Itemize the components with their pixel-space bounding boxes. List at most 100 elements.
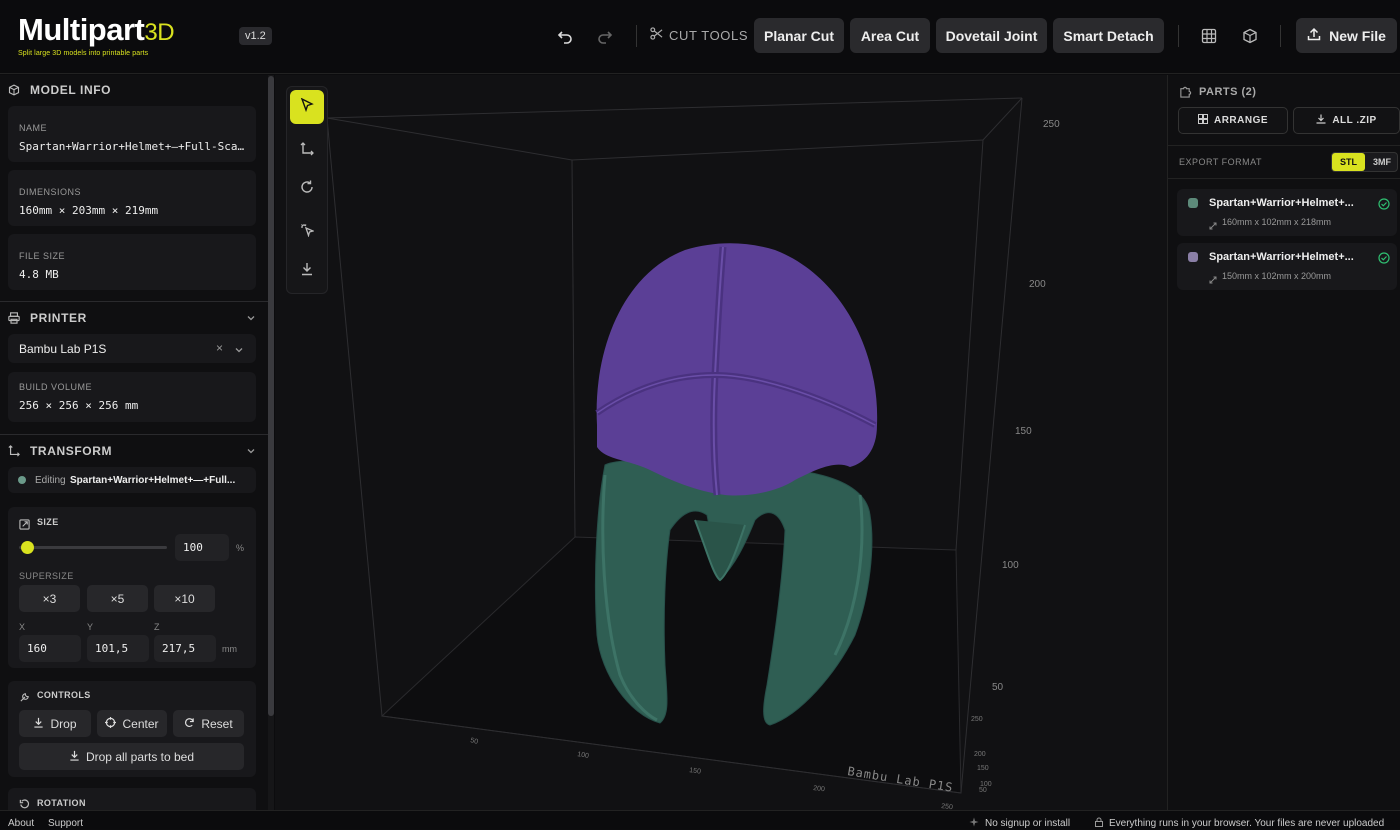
x-dimension-input[interactable]: 160 [19, 635, 81, 662]
build-volume-value: 256 × 256 × 256 mm [19, 399, 139, 412]
cut-tools-text: CUT TOOLS [669, 27, 749, 43]
upload-icon [1307, 27, 1321, 44]
cube-icon[interactable] [1239, 25, 1261, 47]
model-info-header[interactable]: MODEL INFO [0, 75, 268, 105]
center-label: Center [122, 716, 159, 731]
reset-label: Reset [201, 716, 233, 731]
size-card: SIZE 100 % SUPERSIZE ×3 ×5 ×10 X Y Z 160… [8, 507, 256, 668]
download-tool-button[interactable] [290, 254, 324, 288]
select-tool-button[interactable] [290, 90, 324, 124]
build-volume-label: BUILD VOLUME [19, 382, 93, 392]
move-tool-button[interactable] [290, 134, 324, 168]
undo-icon[interactable] [554, 25, 576, 47]
size-slider-track[interactable] [19, 546, 167, 549]
arrange-button[interactable]: ARRANGE [1178, 107, 1288, 134]
logo-tagline: Split large 3D models into printable par… [18, 50, 149, 57]
cursor-icon [300, 97, 314, 117]
area-cut-button[interactable]: Area Cut [850, 18, 930, 53]
support-link[interactable]: Support [48, 818, 83, 829]
grid-icon[interactable] [1198, 25, 1220, 47]
transform-header[interactable]: TRANSFORM [0, 436, 268, 466]
chevron-down-icon [246, 312, 256, 326]
y-tick-label: 150 [977, 765, 989, 772]
dimensions-card: DIMENSIONS 160mm × 203mm × 219mm [8, 170, 256, 226]
export-format-label: EXPORT FORMAT [1179, 157, 1263, 167]
section-divider [1168, 178, 1400, 179]
rotate-icon [300, 180, 314, 199]
center-button[interactable]: Center [97, 710, 167, 737]
click-select-tool-button[interactable] [290, 215, 324, 249]
controls-label: CONTROLS [37, 690, 91, 700]
z-dimension-input[interactable]: 217,5 [154, 635, 216, 662]
part-color-dot [18, 476, 26, 484]
app-logo[interactable]: Multipart3D Split large 3D models into p… [18, 14, 208, 58]
arrow-down-icon [69, 750, 80, 764]
part-list-item[interactable]: Spartan+Warrior+Helmet+... 160mm x 102mm… [1177, 189, 1397, 236]
download-icon [300, 262, 314, 281]
editing-part-indicator: Editing Spartan+Warrior+Helmet+—+Full... [8, 467, 256, 493]
name-label: NAME [19, 123, 48, 133]
new-file-button[interactable]: New File [1296, 18, 1397, 53]
cube-icon [8, 84, 22, 96]
download-icon [1316, 114, 1326, 127]
part-name: Spartan+Warrior+Helmet+... [1209, 197, 1354, 209]
supersize-x10-button[interactable]: ×10 [154, 585, 215, 612]
toolbar-divider [1178, 25, 1179, 47]
file-size-card: FILE SIZE 4.8 MB [8, 234, 256, 290]
no-signup-text: No signup or install [985, 818, 1071, 829]
drop-all-parts-button[interactable]: Drop all parts to bed [19, 743, 244, 770]
z-label: Z [154, 622, 160, 632]
y-dimension-input[interactable]: 101,5 [87, 635, 149, 662]
printer-icon [8, 312, 22, 324]
check-circle-icon [1378, 197, 1390, 215]
chevron-down-icon[interactable] [234, 342, 244, 360]
refresh-icon [184, 717, 195, 731]
drop-label: Drop [50, 716, 77, 731]
scrollbar-thumb[interactable] [268, 76, 274, 716]
planar-cut-button[interactable]: Planar Cut [754, 18, 844, 53]
rotation-card[interactable]: ROTATION [8, 788, 256, 810]
section-divider [0, 301, 268, 302]
3d-viewport[interactable]: 250 200 150 100 50 50 100 150 200 250 50… [275, 75, 1167, 810]
chevron-down-icon [246, 445, 256, 459]
printer-title: PRINTER [30, 311, 87, 325]
redo-icon[interactable] [594, 25, 616, 47]
puzzle-icon [1179, 85, 1192, 103]
part-name: Spartan+Warrior+Helmet+... [1209, 251, 1354, 263]
y-tick-label: 100 [980, 781, 992, 788]
drop-all-label: Drop all parts to bed [85, 749, 195, 764]
version-badge: v1.2 [239, 27, 272, 45]
printer-select[interactable]: Bambu Lab P1S × [8, 334, 256, 363]
rotate-tool-button[interactable] [290, 172, 324, 206]
rotate-icon [19, 797, 30, 810]
new-file-label: New File [1329, 27, 1386, 44]
format-stl-option[interactable]: STL [1332, 153, 1365, 171]
all-zip-label: ALL .ZIP [1332, 115, 1377, 126]
size-percent-input[interactable]: 100 [175, 534, 229, 561]
scene-canvas[interactable]: 250 200 150 100 50 50 100 150 200 250 50… [275, 75, 1167, 810]
dovetail-joint-button[interactable]: Dovetail Joint [936, 18, 1047, 53]
smart-detach-button[interactable]: Smart Detach [1053, 18, 1164, 53]
clear-icon[interactable]: × [216, 341, 223, 355]
pointer-click-icon [300, 223, 315, 242]
axes-icon [300, 141, 314, 161]
part-list-item[interactable]: Spartan+Warrior+Helmet+... 150mm x 102mm… [1177, 243, 1397, 290]
part-dimensions: 150mm x 102mm x 200mm [1222, 271, 1332, 281]
printer-header[interactable]: PRINTER [0, 303, 268, 333]
supersize-x5-button[interactable]: ×5 [87, 585, 148, 612]
z-tick-label: 200 [1029, 279, 1046, 290]
supersize-x3-button[interactable]: ×3 [19, 585, 80, 612]
format-3mf-option[interactable]: 3MF [1366, 153, 1398, 171]
y-axis-ticks: 50 100 150 200 250 [971, 716, 992, 794]
size-slider-thumb[interactable] [21, 541, 34, 554]
no-signup-icon [969, 817, 979, 830]
reset-button[interactable]: Reset [173, 710, 244, 737]
download-all-zip-button[interactable]: ALL .ZIP [1293, 107, 1400, 134]
supersize-label: SUPERSIZE [19, 571, 74, 581]
about-link[interactable]: About [8, 818, 34, 829]
drop-button[interactable]: Drop [19, 710, 91, 737]
model-name-value: Spartan+Warrior+Helmet+—+Full-Scale [19, 140, 249, 153]
helmet-dome-part[interactable] [595, 243, 878, 496]
parts-title: PARTS (2) [1199, 86, 1257, 98]
dimension-unit: mm [222, 644, 237, 654]
